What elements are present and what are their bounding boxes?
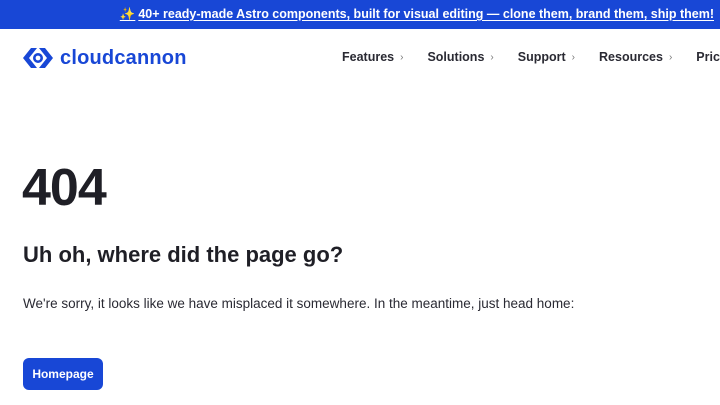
nav-item-label: Pricing: [696, 50, 720, 64]
chevron-right-icon: ›: [490, 51, 494, 63]
announcement-link[interactable]: ✨ 40+ ready-made Astro components, built …: [120, 7, 714, 22]
chevron-right-icon: ›: [668, 51, 673, 63]
nav-item-resources[interactable]: Resources ›: [599, 50, 672, 64]
nav-item-label: Solutions: [427, 50, 485, 64]
nav-item-label: Features: [342, 50, 395, 64]
nav-item-label: Support: [517, 50, 566, 64]
sparkle-icon: ✨: [119, 7, 136, 21]
nav-item-solutions[interactable]: Solutions ›: [427, 50, 493, 64]
brand-name: cloudcannon: [60, 46, 187, 69]
nav-item-label: Resources: [599, 50, 663, 64]
page-title: Uh oh, where did the page go?: [23, 242, 344, 267]
main-nav: Features › Solutions › Support › Resourc…: [342, 50, 720, 64]
announcement-text: 40+ ready-made Astro components, built f…: [138, 7, 714, 21]
site-header: cloudcannon Features › Solutions › Suppo…: [0, 29, 720, 87]
nav-item-support[interactable]: Support ›: [518, 50, 575, 64]
chevron-right-icon: ›: [571, 51, 576, 63]
error-code: 404: [22, 159, 107, 217]
brand-logo[interactable]: cloudcannon: [22, 45, 187, 71]
homepage-button[interactable]: Homepage: [23, 358, 103, 390]
nav-item-features[interactable]: Features ›: [342, 50, 403, 64]
chevron-right-icon: ›: [400, 51, 404, 63]
error-message: We're sorry, it looks like we have mispl…: [23, 296, 575, 311]
cloudcannon-logo-icon: [23, 48, 53, 68]
nav-item-pricing[interactable]: Pricing: [696, 50, 720, 64]
announcement-bar: ✨ 40+ ready-made Astro components, built …: [0, 0, 720, 29]
